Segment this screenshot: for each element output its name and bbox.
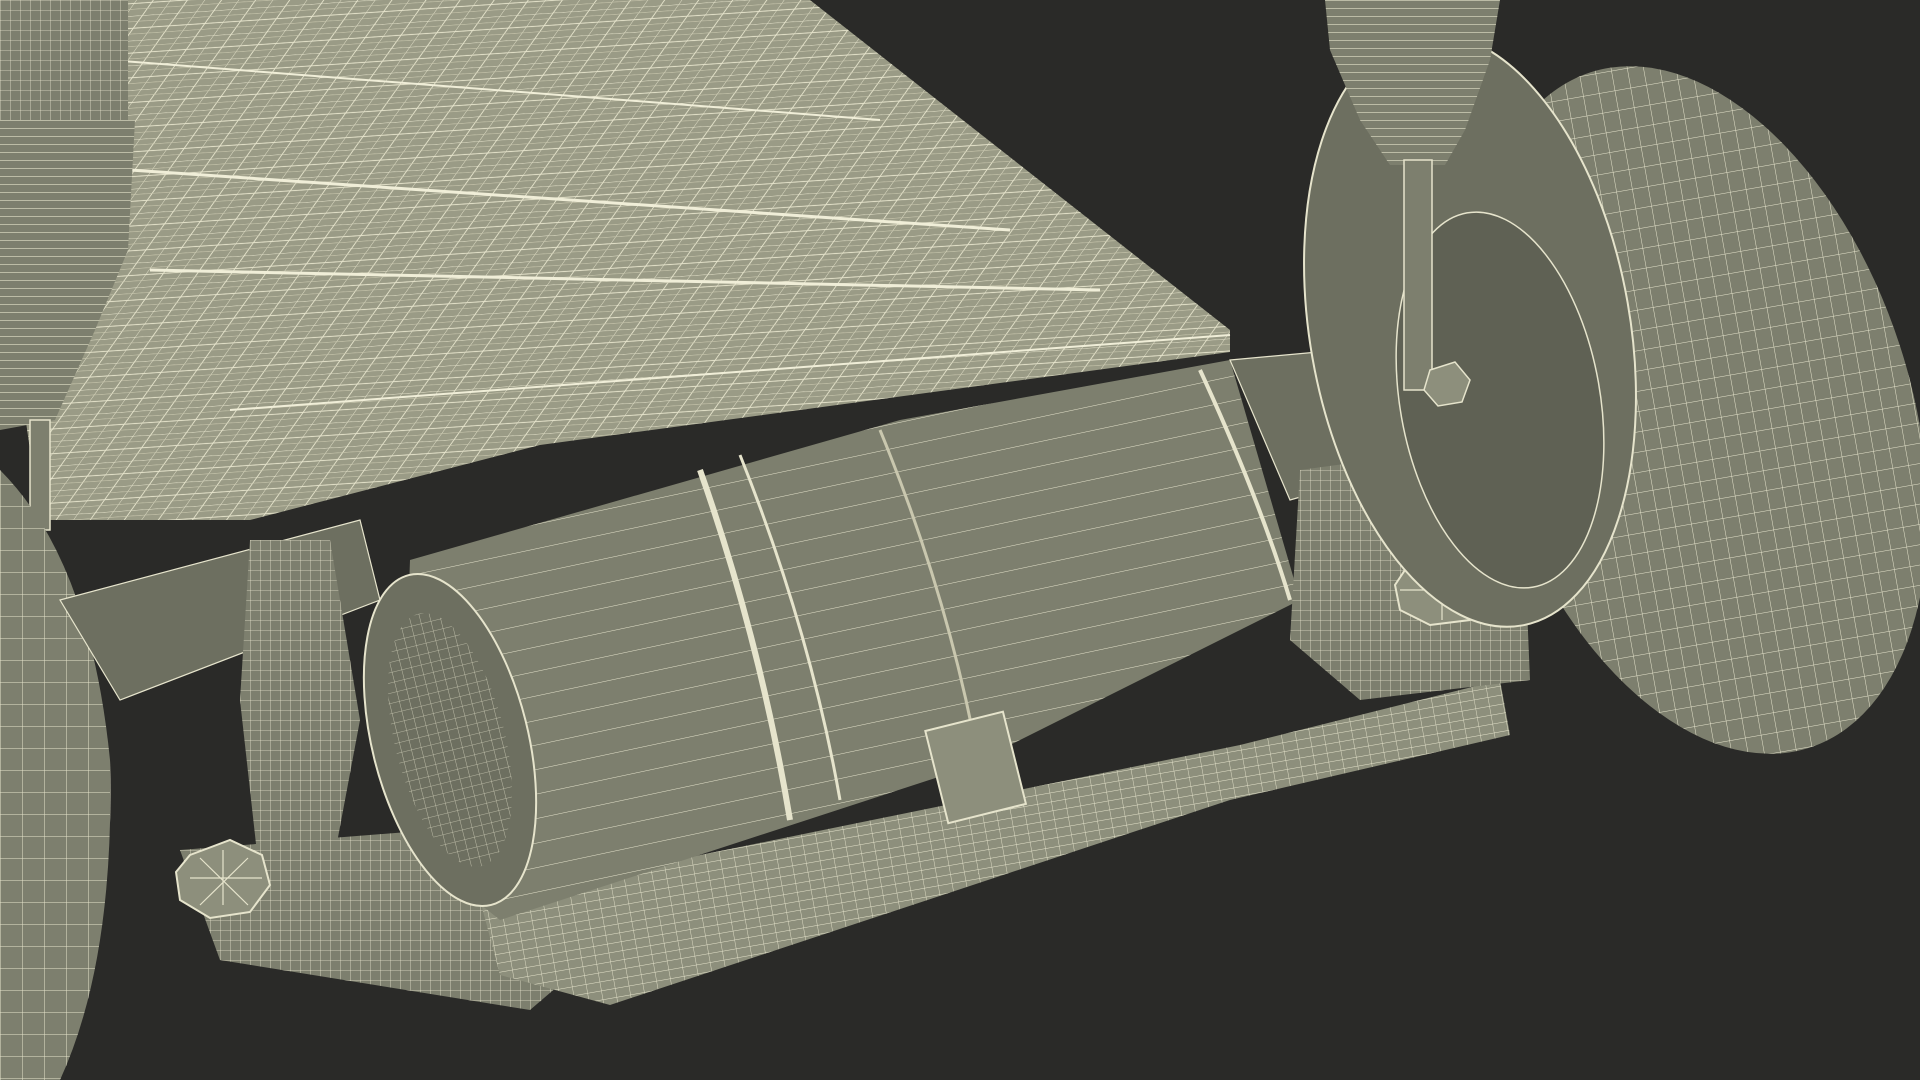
left-wheel <box>0 470 111 1080</box>
wireframe-render-viewport <box>0 0 1920 1080</box>
